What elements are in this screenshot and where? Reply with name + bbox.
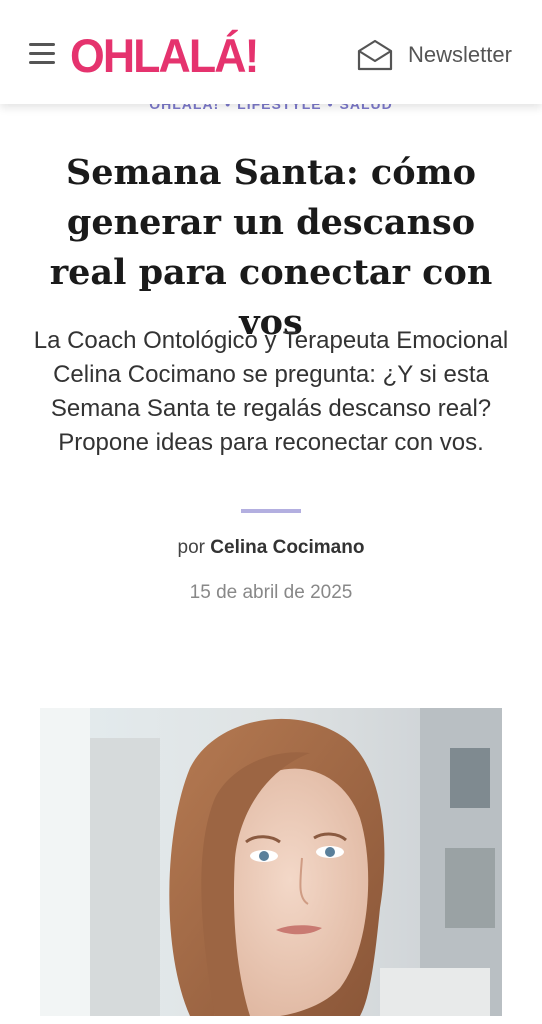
hero-image	[40, 708, 502, 1016]
newsletter-label: Newsletter	[408, 42, 512, 67]
newsletter-button[interactable]: Newsletter	[356, 36, 512, 74]
top-bar: OHLALÁ! Newsletter	[0, 0, 542, 104]
article-subtitle: La Coach Ontológico y Terapeuta Emociona…	[33, 327, 509, 456]
byline-prefix: por	[177, 537, 206, 558]
author-link[interactable]: Celina Cocimano	[210, 537, 364, 558]
hamburger-menu-icon[interactable]	[29, 43, 55, 65]
divider	[241, 509, 301, 513]
article-title: Semana Santa: cómo generar un descanso r…	[49, 152, 493, 343]
publish-date: 15 de abril de 2025	[189, 582, 353, 603]
envelope-icon	[357, 39, 393, 71]
byline: por Celina Cocimano	[0, 537, 542, 559]
site-logo[interactable]: OHLALÁ!	[70, 30, 259, 82]
